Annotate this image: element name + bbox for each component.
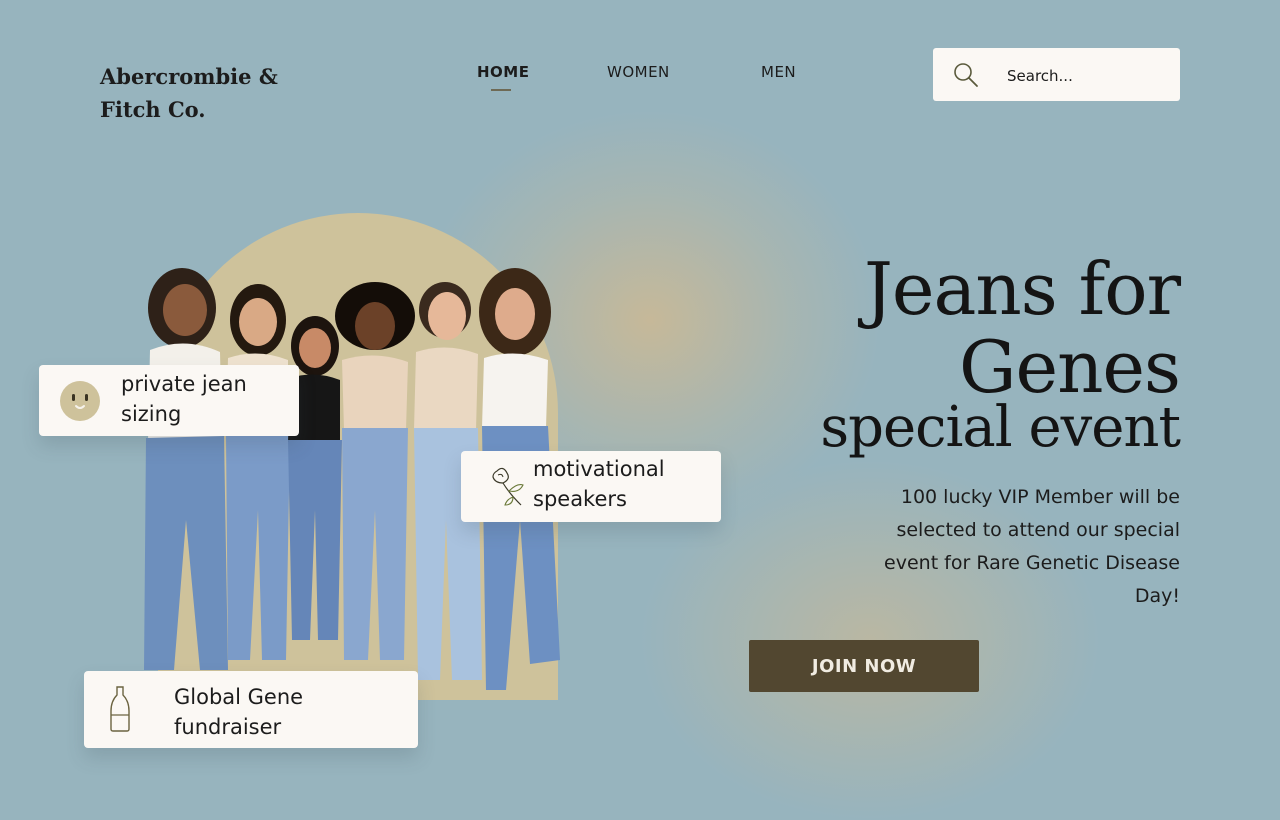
brand-name-line1: Abercrombie & <box>100 64 278 89</box>
feature-label: motivational speakers <box>533 457 665 511</box>
join-now-button[interactable]: JOIN NOW <box>749 640 979 692</box>
search-box[interactable] <box>933 48 1180 101</box>
bottle-icon <box>110 686 130 732</box>
feature-label: private jean sizing <box>121 372 247 426</box>
nav-active-indicator <box>491 89 511 91</box>
feature-label: Global Gene fundraiser <box>174 685 304 739</box>
hero-headline: Jeans for Genes special event <box>820 247 1181 460</box>
brand-name-line2: Fitch Co. <box>100 97 206 122</box>
feature-card-motivational-speakers: motivational speakers <box>461 451 721 522</box>
brand-logo[interactable]: Abercrombie & Fitch Co. <box>100 60 300 126</box>
hero-title-line1: Jeans for <box>863 247 1181 331</box>
figure-1 <box>144 268 228 670</box>
figure-4 <box>335 282 415 660</box>
figure-2 <box>226 284 290 660</box>
hero-title-line3: special event <box>820 395 1181 460</box>
feature-card-global-gene: Global Gene fundraiser <box>84 671 418 748</box>
search-input[interactable] <box>1005 63 1169 89</box>
smiley-face-icon <box>60 381 100 421</box>
feature-card-private-sizing: private jean sizing <box>39 365 299 436</box>
search-icon[interactable] <box>953 62 979 88</box>
nav-item-home[interactable]: HOME <box>477 63 529 81</box>
nav-item-men[interactable]: MEN <box>761 63 796 81</box>
hero-description: 100 lucky VIP Member will be selected to… <box>884 486 1180 607</box>
nav-item-women[interactable]: WOMEN <box>607 63 670 81</box>
rose-flower-icon <box>492 467 524 506</box>
